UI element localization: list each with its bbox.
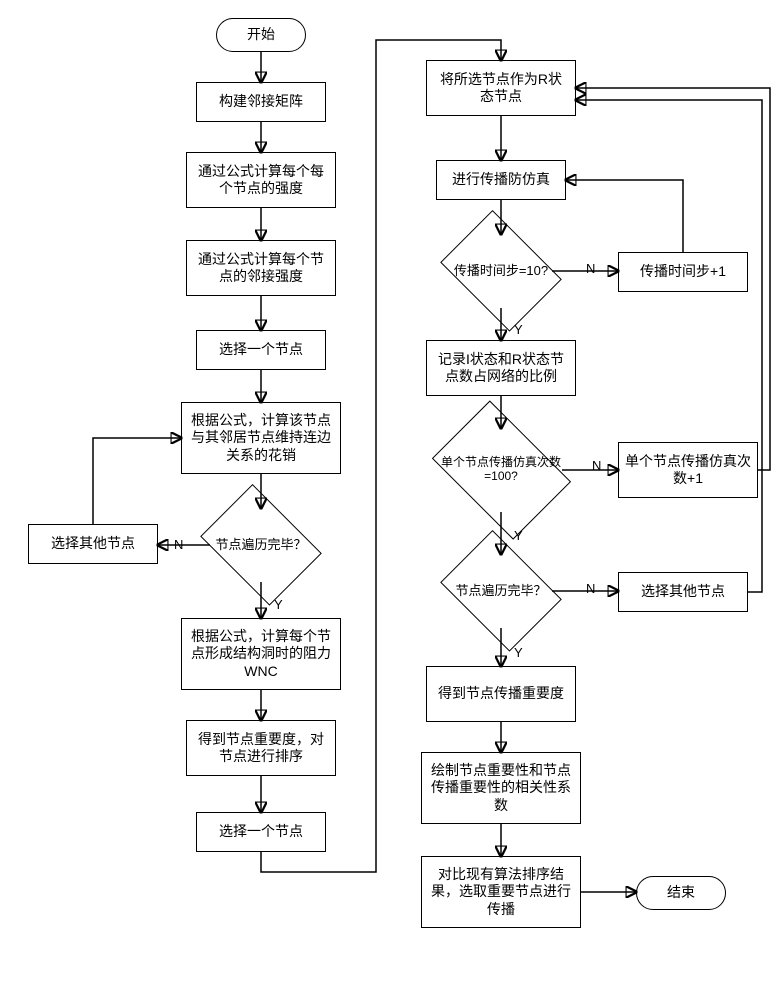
terminator-end: 结束	[636, 876, 726, 910]
process-select2: 选择一个节点	[196, 812, 326, 852]
label-spread-imp: 得到节点传播重要度	[438, 685, 564, 703]
label-rank: 得到节点重要度，对节点进行排序	[193, 731, 329, 766]
process-corr: 绘制节点重要性和节点传播重要性的相关性系数	[421, 752, 581, 824]
flowchart-arrows	[0, 0, 776, 1000]
process-sim-inc: 单个节点传播仿真次数+1	[618, 442, 758, 498]
decision-trav1: 节点遍历完毕？	[201, 500, 321, 590]
edge-step10-n: N	[580, 258, 601, 279]
label-step-inc: 传播时间步+1	[640, 263, 726, 281]
process-strength: 通过公式计算每个每个节点的强度	[186, 152, 336, 208]
process-select1: 选择一个节点	[196, 330, 326, 370]
process-wnc: 根据公式，计算每个节点形成结构洞时的阻力WNC	[181, 618, 341, 690]
process-record: 记录I状态和R状态节点数占网络的比例	[426, 340, 576, 396]
label-start: 开始	[247, 26, 275, 44]
label-neigh-strength: 通过公式计算每个节点的邻接强度	[193, 251, 329, 286]
label-select-other-left: 选择其他节点	[51, 535, 135, 553]
label-record: 记录I状态和R状态节点数占网络的比例	[433, 351, 569, 386]
edge-sim100-n: N	[586, 455, 607, 476]
label-step10: 传播时间步=10?	[454, 264, 548, 279]
label-rstate: 将所选节点作为R状态节点	[433, 71, 569, 106]
label-select-other-right: 选择其他节点	[641, 583, 725, 601]
process-adj: 构建邻接矩阵	[196, 82, 326, 122]
label-trav1: 节点遍历完毕？	[215, 538, 306, 553]
label-end: 结束	[667, 884, 695, 902]
label-strength: 通过公式计算每个每个节点的强度	[193, 163, 329, 198]
process-spread-imp: 得到节点传播重要度	[426, 666, 576, 722]
process-step-inc: 传播时间步+1	[618, 252, 748, 292]
edge-trav2-n: N	[580, 578, 601, 599]
terminator-start: 开始	[216, 18, 306, 52]
process-select-other-left: 选择其他节点	[28, 524, 158, 564]
label-select2: 选择一个节点	[219, 823, 303, 841]
process-select-other-right: 选择其他节点	[618, 572, 748, 612]
process-compare: 对比现有算法排序结果，选取重要节点进行传播	[421, 856, 581, 928]
label-corr: 绘制节点重要性和节点传播重要性的相关性系数	[428, 762, 574, 815]
label-compare: 对比现有算法排序结果，选取重要节点进行传播	[428, 866, 574, 919]
label-wnc: 根据公式，计算每个节点形成结构洞时的阻力WNC	[188, 628, 334, 681]
label-sim100: 单个节点传播仿真次数=100?	[437, 456, 565, 484]
process-rank: 得到节点重要度，对节点进行排序	[186, 720, 336, 776]
label-cost: 根据公式，计算该节点与其邻居节点维持连边关系的花销	[188, 412, 334, 465]
label-sim-inc: 单个节点传播仿真次数+1	[625, 453, 751, 488]
flowchart-canvas: 开始 构建邻接矩阵 通过公式计算每个每个节点的强度 通过公式计算每个节点的邻接强…	[0, 0, 776, 1000]
process-neigh-strength: 通过公式计算每个节点的邻接强度	[186, 240, 336, 296]
label-sim: 进行传播防仿真	[452, 171, 550, 189]
label-trav2: 节点遍历完毕？	[455, 584, 546, 599]
decision-sim100: 单个节点传播仿真次数=100?	[431, 420, 571, 520]
label-adj: 构建邻接矩阵	[219, 93, 303, 111]
decision-trav2: 节点遍历完毕？	[441, 546, 561, 636]
label-select1: 选择一个节点	[219, 341, 303, 359]
decision-step10: 传播时间步=10?	[441, 226, 561, 316]
edge-trav1-n: N	[168, 534, 189, 555]
process-sim: 进行传播防仿真	[436, 160, 566, 200]
edge-sim100-y: Y	[508, 525, 529, 546]
edge-trav2-y: Y	[508, 642, 529, 663]
process-cost: 根据公式，计算该节点与其邻居节点维持连边关系的花销	[181, 402, 341, 474]
edge-step10-y: Y	[508, 319, 529, 340]
edge-trav1-y: Y	[268, 594, 289, 615]
process-rstate: 将所选节点作为R状态节点	[426, 60, 576, 116]
